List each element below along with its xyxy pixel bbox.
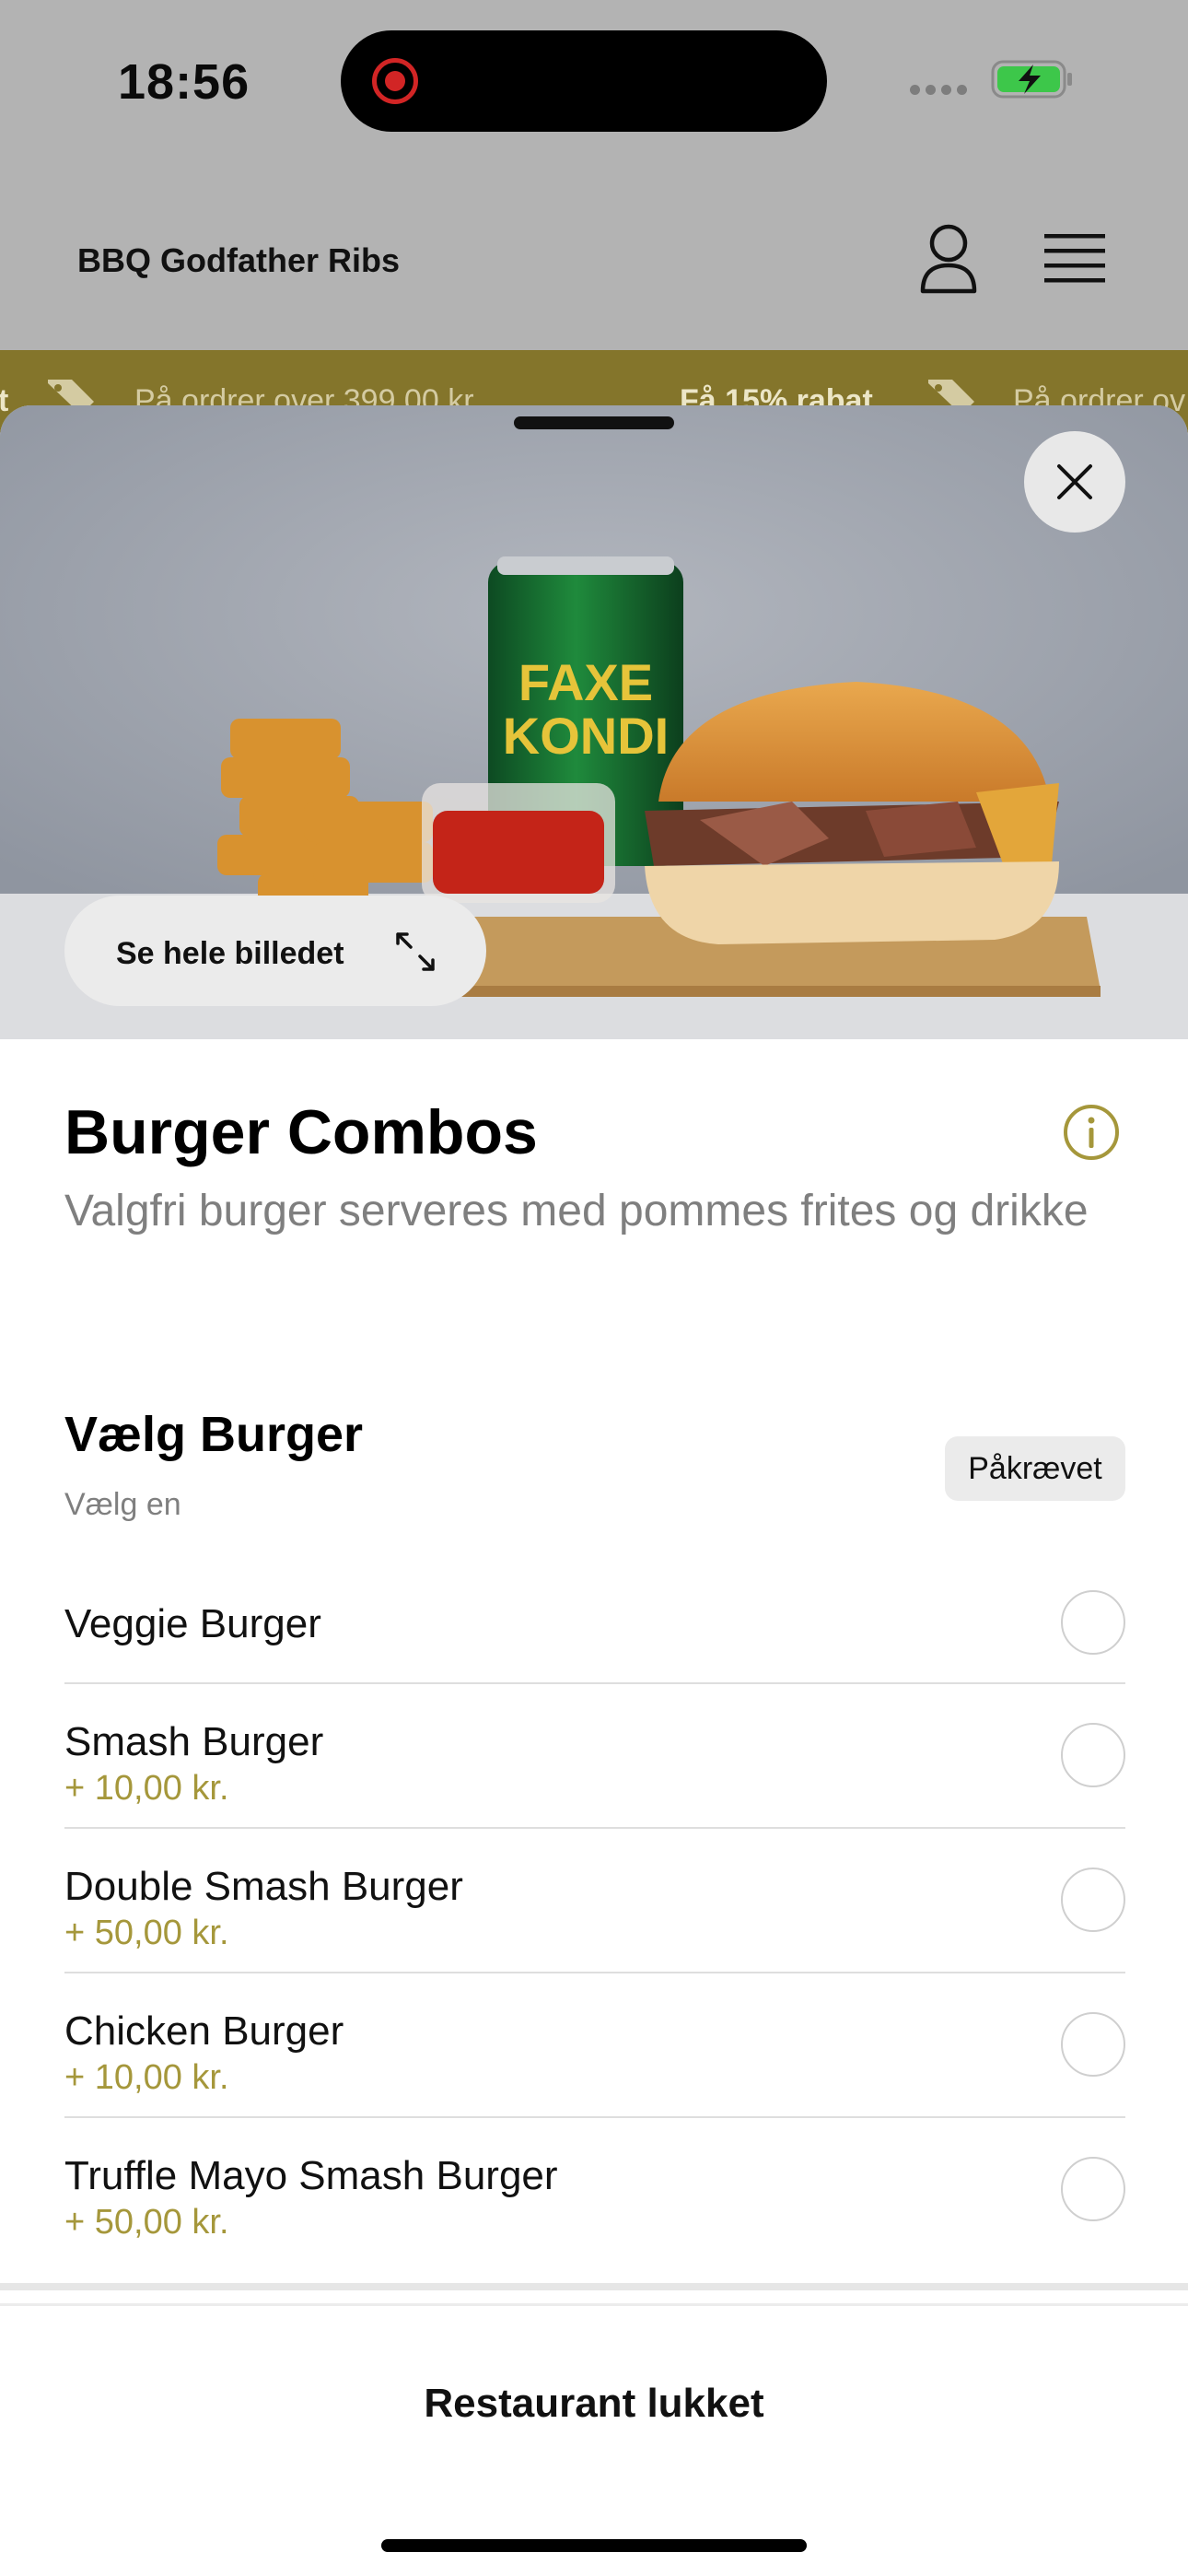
close-icon <box>1057 464 1092 499</box>
option-price: + 50,00 kr. <box>64 1914 229 1952</box>
product-image: FAXE KONDI Se hele billedet <box>0 405 1188 1039</box>
status-time: 18:56 <box>118 54 250 110</box>
can-label-bottom: KONDI <box>503 707 669 765</box>
product-sheet: FAXE KONDI Se hele billedet Burger Combo… <box>0 405 1188 2576</box>
app-header: BBQ Godfather Ribs <box>0 166 1188 350</box>
option-radio[interactable] <box>1061 2012 1125 2077</box>
footer-divider <box>0 2283 1188 2290</box>
burger-options: Veggie Burger Smash Burger + 10,00 kr. D… <box>64 1561 1125 2263</box>
option-radio[interactable] <box>1061 1723 1125 1787</box>
option-price: + 10,00 kr. <box>64 2058 229 2097</box>
product-title: Burger Combos <box>64 1097 538 1167</box>
can-label-top: FAXE <box>518 653 653 711</box>
option-group-title: Vælg Burger <box>64 1407 364 1462</box>
hamburger-menu-icon[interactable] <box>1044 230 1105 286</box>
option-row[interactable]: Smash Burger + 10,00 kr. <box>64 1684 1125 1829</box>
expand-icon <box>396 932 435 971</box>
home-indicator[interactable] <box>381 2539 807 2552</box>
option-price: + 10,00 kr. <box>64 1769 229 1808</box>
see-full-image-label: Se hele billedet <box>116 936 344 971</box>
info-icon[interactable] <box>1063 1104 1120 1161</box>
option-radio[interactable] <box>1061 1590 1125 1655</box>
product-description: Valgfri burger serveres med pommes frite… <box>64 1187 1089 1235</box>
footer-divider <box>0 2303 1188 2306</box>
close-button[interactable] <box>1024 431 1125 533</box>
option-name: Veggie Burger <box>64 1601 321 1646</box>
option-radio[interactable] <box>1061 1868 1125 1932</box>
restaurant-name: BBQ Godfather Ribs <box>77 241 401 279</box>
option-row[interactable]: Chicken Burger + 10,00 kr. <box>64 1973 1125 2118</box>
option-name: Smash Burger <box>64 1719 324 1764</box>
option-name: Chicken Burger <box>64 2008 344 2054</box>
cellular-signal-icon <box>910 83 974 96</box>
dynamic-island <box>341 30 827 132</box>
restaurant-closed-label: Restaurant lukket <box>424 2381 764 2426</box>
battery-charging-icon <box>991 60 1072 99</box>
option-row[interactable]: Double Smash Burger + 50,00 kr. <box>64 1829 1125 1973</box>
see-full-image-button[interactable]: Se hele billedet <box>64 896 486 1006</box>
sheet-grabber[interactable] <box>514 416 674 429</box>
option-row[interactable]: Truffle Mayo Smash Burger + 50,00 kr. <box>64 2118 1125 2263</box>
status-bar: 18:56 <box>0 0 1188 166</box>
option-radio[interactable] <box>1061 2157 1125 2221</box>
required-badge: Påkrævet <box>945 1436 1125 1501</box>
recording-icon <box>372 58 418 104</box>
option-name: Double Smash Burger <box>64 1864 463 1909</box>
option-row[interactable]: Veggie Burger <box>64 1561 1125 1684</box>
person-icon[interactable] <box>917 221 980 295</box>
option-name: Truffle Mayo Smash Burger <box>64 2153 558 2198</box>
option-group-subtitle: Vælg en <box>64 1487 181 1522</box>
option-price: + 50,00 kr. <box>64 2203 229 2242</box>
